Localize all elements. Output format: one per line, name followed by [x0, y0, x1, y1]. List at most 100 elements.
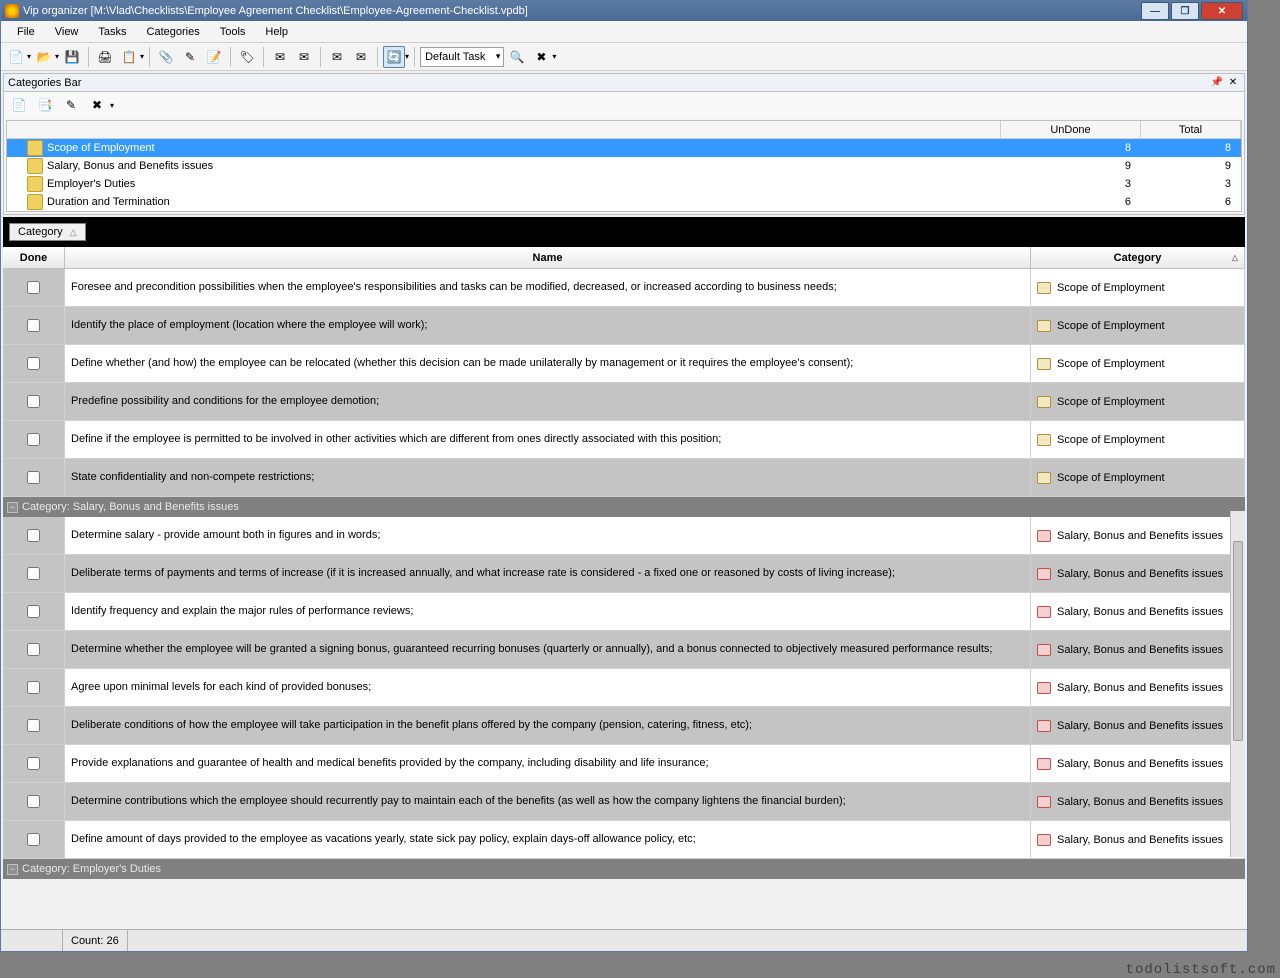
task-row[interactable]: Determine salary - provide amount both i…	[3, 517, 1245, 555]
mail-reply-icon[interactable]: ✉	[293, 46, 315, 68]
done-checkbox[interactable]	[27, 719, 40, 732]
find-icon[interactable]: 🔍	[506, 46, 528, 68]
task-row[interactable]: Define amount of days provided to the em…	[3, 821, 1245, 859]
cat-col-total[interactable]: Total	[1141, 121, 1241, 139]
cat-new-icon[interactable]: 📄	[8, 94, 30, 116]
category-icon	[1037, 568, 1051, 580]
task-name: Provide explanations and guarantee of he…	[65, 745, 1031, 782]
task-row[interactable]: Provide explanations and guarantee of he…	[3, 745, 1245, 783]
done-checkbox[interactable]	[27, 605, 40, 618]
group-row[interactable]: −Category: Employer's Duties	[3, 859, 1245, 879]
task-row[interactable]: Agree upon minimal levels for each kind …	[3, 669, 1245, 707]
panel-close-icon[interactable]: ✕	[1226, 76, 1240, 90]
print-icon[interactable]: 🖨	[94, 46, 116, 68]
done-checkbox[interactable]	[27, 529, 40, 542]
th-done[interactable]: Done	[3, 247, 65, 269]
task-category: Scope of Employment	[1031, 269, 1245, 306]
menu-file[interactable]: File	[7, 23, 45, 41]
mail-forward-icon[interactable]: ✉	[326, 46, 348, 68]
delete-icon[interactable]: ✖	[530, 46, 552, 68]
collapse-icon[interactable]: −	[7, 864, 18, 875]
menu-view[interactable]: View	[45, 23, 89, 41]
task-category: Salary, Bonus and Benefits issues	[1031, 707, 1245, 744]
task-category: Salary, Bonus and Benefits issues	[1031, 669, 1245, 706]
done-checkbox[interactable]	[27, 319, 40, 332]
task-category: Salary, Bonus and Benefits issues	[1031, 821, 1245, 858]
scroll-thumb[interactable]	[1233, 541, 1243, 741]
mail-all-icon[interactable]: ✉	[350, 46, 372, 68]
refresh-icon[interactable]: 🔄	[383, 46, 405, 68]
menu-tasks[interactable]: Tasks	[88, 23, 136, 41]
done-checkbox[interactable]	[27, 433, 40, 446]
task-row[interactable]: Predefine possibility and conditions for…	[3, 383, 1245, 421]
vertical-scrollbar[interactable]	[1230, 511, 1245, 857]
mail-icon[interactable]: ✉	[269, 46, 291, 68]
category-row[interactable]: Duration and Termination66	[7, 193, 1241, 211]
save-icon[interactable]: 💾	[61, 46, 83, 68]
task-category: Scope of Employment	[1031, 421, 1245, 458]
cat-list-icon[interactable]: 📑	[34, 94, 56, 116]
task-name: Determine contributions which the employ…	[65, 783, 1031, 820]
open-icon[interactable]: 📂	[33, 46, 55, 68]
maximize-button[interactable]: ❐	[1171, 2, 1199, 20]
done-cell	[3, 459, 65, 496]
task-row[interactable]: Determine contributions which the employ…	[3, 783, 1245, 821]
cat-delete-icon[interactable]: ✖	[86, 94, 108, 116]
collapse-icon[interactable]: −	[7, 502, 18, 513]
category-row[interactable]: Scope of Employment88	[7, 139, 1241, 157]
task-type-dropdown[interactable]: Default Task	[420, 47, 504, 67]
status-cell-done	[1, 930, 63, 951]
th-category[interactable]: Category △	[1031, 247, 1245, 269]
close-button[interactable]: ✕	[1201, 2, 1243, 20]
cat-edit-icon[interactable]: ✎	[60, 94, 82, 116]
task-name: Agree upon minimal levels for each kind …	[65, 669, 1031, 706]
clipboard-icon[interactable]: 📎	[155, 46, 177, 68]
done-checkbox[interactable]	[27, 643, 40, 656]
done-checkbox[interactable]	[27, 471, 40, 484]
done-checkbox[interactable]	[27, 281, 40, 294]
category-row[interactable]: Employer's Duties33	[7, 175, 1241, 193]
category-icon	[1037, 682, 1051, 694]
window-controls: — ❐ ✕	[1139, 2, 1243, 20]
done-checkbox[interactable]	[27, 757, 40, 770]
edit-icon[interactable]: ✎	[179, 46, 201, 68]
task-row[interactable]: State confidentiality and non-compete re…	[3, 459, 1245, 497]
done-checkbox[interactable]	[27, 567, 40, 580]
task-grid-header: Done Name Category △	[3, 247, 1245, 269]
group-row[interactable]: −Category: Salary, Bonus and Benefits is…	[3, 497, 1245, 517]
menu-categories[interactable]: Categories	[137, 23, 210, 41]
group-by-tag[interactable]: Category △	[9, 223, 86, 241]
category-icon	[1037, 796, 1051, 808]
cat-col-undone[interactable]: UnDone	[1001, 121, 1141, 139]
category-icon	[1037, 644, 1051, 656]
task-row[interactable]: Define if the employee is permitted to b…	[3, 421, 1245, 459]
done-checkbox[interactable]	[27, 833, 40, 846]
done-checkbox[interactable]	[27, 681, 40, 694]
new-file-icon[interactable]: 📄	[5, 46, 27, 68]
th-name[interactable]: Name	[65, 247, 1031, 269]
done-checkbox[interactable]	[27, 357, 40, 370]
task-row[interactable]: Identify the place of employment (locati…	[3, 307, 1245, 345]
task-row[interactable]: Identify frequency and explain the major…	[3, 593, 1245, 631]
done-checkbox[interactable]	[27, 395, 40, 408]
category-row[interactable]: Salary, Bonus and Benefits issues99	[7, 157, 1241, 175]
menu-help[interactable]: Help	[255, 23, 298, 41]
category-icon	[1037, 720, 1051, 732]
minimize-button[interactable]: —	[1141, 2, 1169, 20]
titlebar: Vip organizer [M:\Vlad\Checklists\Employ…	[1, 1, 1247, 21]
cat-col-name[interactable]	[7, 121, 1001, 139]
pin-icon[interactable]: 📌	[1210, 76, 1224, 90]
task-row[interactable]: Foresee and precondition possibilities w…	[3, 269, 1245, 307]
task-row[interactable]: Define whether (and how) the employee ca…	[3, 345, 1245, 383]
menu-tools[interactable]: Tools	[210, 23, 256, 41]
done-checkbox[interactable]	[27, 795, 40, 808]
task-name: State confidentiality and non-compete re…	[65, 459, 1031, 496]
page-setup-icon[interactable]: 📋	[118, 46, 140, 68]
note-icon[interactable]: 📝	[203, 46, 225, 68]
task-name: Define whether (and how) the employee ca…	[65, 345, 1031, 382]
task-row[interactable]: Deliberate terms of payments and terms o…	[3, 555, 1245, 593]
task-row[interactable]: Deliberate conditions of how the employe…	[3, 707, 1245, 745]
task-row[interactable]: Determine whether the employee will be g…	[3, 631, 1245, 669]
tag-icon[interactable]: 🏷	[236, 46, 258, 68]
done-cell	[3, 383, 65, 420]
